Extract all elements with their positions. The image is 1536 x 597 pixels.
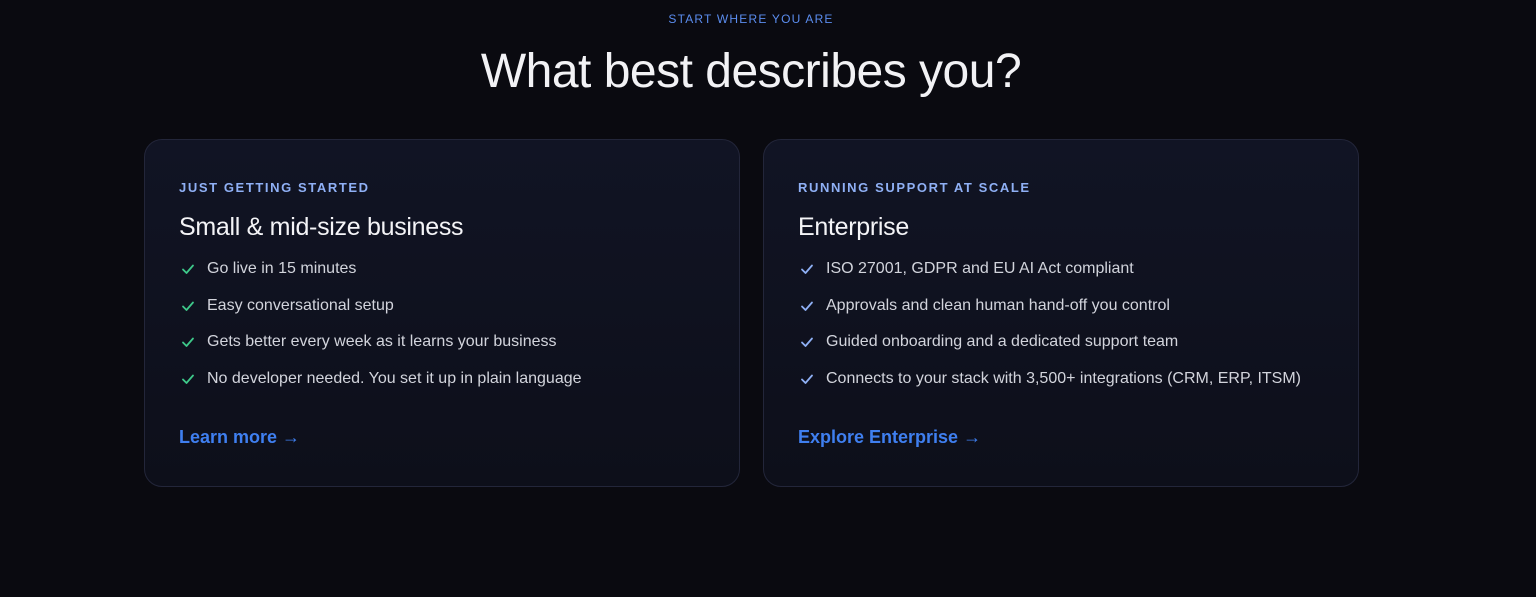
check-icon bbox=[801, 264, 813, 275]
feature-item: Go live in 15 minutes bbox=[179, 251, 705, 288]
card-small-business: JUST GETTING STARTED Small & mid-size bu… bbox=[144, 139, 740, 487]
feature-item: Guided onboarding and a dedicated suppor… bbox=[798, 324, 1324, 361]
check-icon bbox=[801, 374, 813, 384]
section-headline: What best describes you? bbox=[480, 45, 1022, 98]
feature-text: Gets better every week as it learns your… bbox=[207, 333, 557, 351]
feature-text: Approvals and clean human hand-off you c… bbox=[826, 296, 1170, 314]
feature-text: Easy conversational setup bbox=[207, 296, 394, 314]
arrow-right-icon: → bbox=[963, 427, 982, 447]
feature-text: Guided onboarding and a dedicated suppor… bbox=[826, 333, 1179, 351]
card-eyebrow: JUST GETTING STARTED bbox=[179, 180, 370, 195]
feature-list: ISO 27001, GDPR and EU AI Act compliant … bbox=[798, 251, 1324, 397]
check-icon bbox=[801, 301, 813, 311]
feature-list: Go live in 15 minutes Easy conversationa… bbox=[179, 251, 705, 397]
check-icon bbox=[182, 301, 194, 311]
cta-label: Learn more bbox=[179, 427, 278, 447]
page: START WHERE YOU ARE What best describes … bbox=[0, 0, 1536, 597]
card-eyebrow: RUNNING SUPPORT AT SCALE bbox=[798, 180, 1031, 195]
card-title: Small & mid-size business bbox=[179, 213, 464, 241]
explore-enterprise-link[interactable]: Explore Enterprise → bbox=[798, 427, 981, 448]
feature-item: ISO 27001, GDPR and EU AI Act compliant bbox=[798, 251, 1324, 288]
feature-text: Connects to your stack with 3,500+ integ… bbox=[826, 369, 1302, 387]
check-icon bbox=[182, 337, 194, 348]
learn-more-link[interactable]: Learn more → bbox=[179, 427, 300, 448]
section-eyebrow: START WHERE YOU ARE bbox=[668, 12, 834, 26]
feature-item: Gets better every week as it learns your… bbox=[179, 324, 705, 361]
feature-text: ISO 27001, GDPR and EU AI Act compliant bbox=[826, 260, 1134, 278]
feature-item: No developer needed. You set it up in pl… bbox=[179, 361, 705, 398]
feature-text: No developer needed. You set it up in pl… bbox=[207, 369, 582, 387]
feature-text: Go live in 15 minutes bbox=[207, 260, 357, 278]
check-icon bbox=[801, 337, 813, 348]
cta-label: Explore Enterprise bbox=[798, 427, 959, 447]
check-icon bbox=[182, 264, 194, 275]
check-icon bbox=[182, 374, 194, 384]
card-enterprise: RUNNING SUPPORT AT SCALE Enterprise ISO … bbox=[763, 139, 1359, 487]
feature-item: Connects to your stack with 3,500+ integ… bbox=[798, 361, 1324, 398]
card-title: Enterprise bbox=[798, 213, 909, 241]
arrow-right-icon: → bbox=[282, 427, 301, 447]
feature-item: Approvals and clean human hand-off you c… bbox=[798, 288, 1324, 325]
feature-item: Easy conversational setup bbox=[179, 288, 705, 325]
